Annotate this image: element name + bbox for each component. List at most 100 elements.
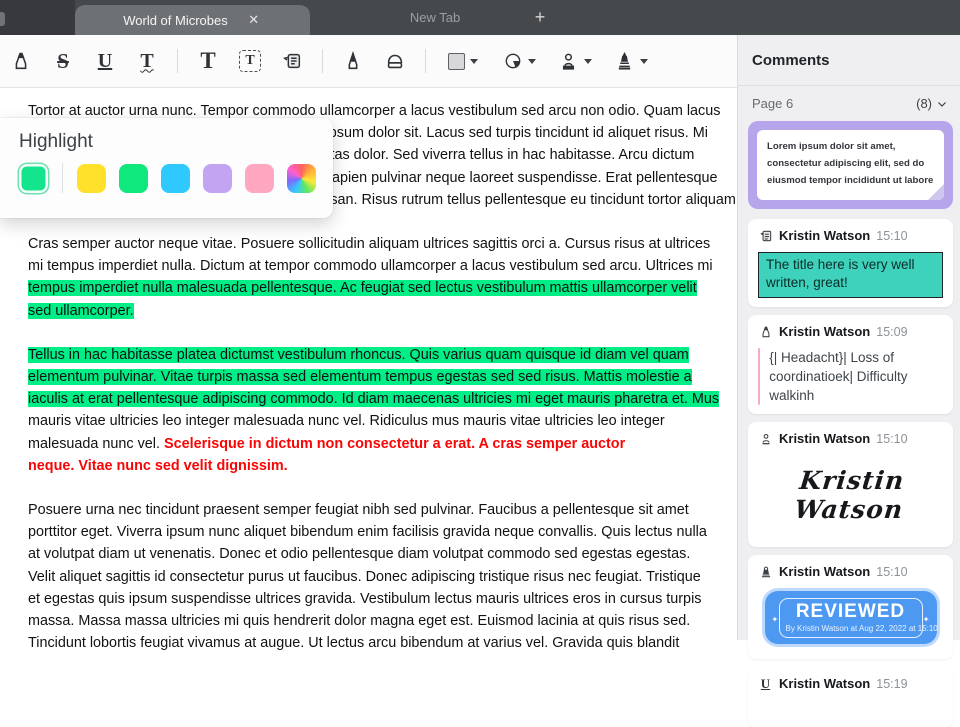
signature-stamp-icon xyxy=(614,51,635,72)
text-tool-icon: T xyxy=(200,48,216,73)
comment-card-underline[interactable]: U Kristin Watson 15:19 xyxy=(748,667,953,727)
color-swatch-yellow[interactable] xyxy=(77,163,106,193)
comment-count: (8) xyxy=(916,96,948,111)
doc-line: porttitor eget. Viverra ipsum nunc aliqu… xyxy=(28,524,707,541)
popup-title: Highlight xyxy=(19,131,93,152)
color-swatch-custom-rainbow[interactable] xyxy=(287,163,316,193)
selected-color-swatch[interactable] xyxy=(19,163,48,193)
strikethrough-tool-button[interactable]: S xyxy=(43,43,83,79)
stamp-star-icon: ✦ xyxy=(922,615,930,625)
color-swatch-green[interactable] xyxy=(119,163,148,193)
comment-time: 15:19 xyxy=(876,676,908,691)
stamp-person-icon xyxy=(558,51,579,72)
highlight-color-bar xyxy=(758,348,761,405)
shape-tool-button[interactable] xyxy=(436,43,490,79)
pen-icon xyxy=(342,50,364,72)
comment-card-note[interactable]: Kristin Watson 15:10 The title here is v… xyxy=(748,219,953,307)
tab-close-icon[interactable]: ✕ xyxy=(246,12,262,28)
highlighter-icon xyxy=(758,324,773,339)
highlighter-tool-button[interactable] xyxy=(1,43,41,79)
doc-line: mi tempus imperdiet nulla. Dictum at tem… xyxy=(28,258,713,275)
note-comment-icon xyxy=(281,50,303,72)
comment-time: 15:10 xyxy=(876,228,908,243)
stamp-title: REVIEWED xyxy=(795,601,906,622)
comment-time: 15:10 xyxy=(876,564,908,579)
dropdown-caret-icon xyxy=(640,58,648,64)
comments-panel-title: Comments xyxy=(752,52,830,69)
tab-new-tab-label: New Tab xyxy=(409,10,461,25)
strikethrough-icon: S xyxy=(57,48,69,73)
color-swatch-purple[interactable] xyxy=(203,163,232,193)
highlight-color-popup: Highlight xyxy=(0,118,333,218)
comment-author: Kristin Watson xyxy=(779,324,871,339)
doc-line: Velit aliquet sagittis id consectetur pu… xyxy=(28,568,701,585)
browser-tab-bar: World of Microbes ✕ New Tab + xyxy=(0,0,960,35)
underline-icon: U xyxy=(760,675,771,691)
stamp-star-icon: ✦ xyxy=(771,615,779,625)
note-annotation-preview: The title here is very well written, gre… xyxy=(758,252,943,298)
stamp-tool-button[interactable] xyxy=(548,43,602,79)
stamp-icon xyxy=(758,564,773,579)
squiggly-underline-icon: T xyxy=(140,49,154,72)
circle-shape-icon xyxy=(503,51,523,71)
fill-shape-tool-button[interactable] xyxy=(492,43,546,79)
tab-new-tab[interactable]: New Tab xyxy=(330,0,540,35)
doc-line: mauris vitae ultricies leo integer males… xyxy=(28,413,665,430)
tab-title: World of Microbes xyxy=(123,12,228,28)
dropdown-caret-icon xyxy=(584,58,592,64)
comment-author: Kristin Watson xyxy=(779,431,871,446)
chevron-down-icon[interactable] xyxy=(936,98,948,110)
doc-line: massa. Massa massa ultricies mi quis hen… xyxy=(28,613,691,630)
doc-line-red: neque. Vitae nunc sed velit dignissim. xyxy=(28,457,288,474)
squiggly-underline-tool-button[interactable]: T xyxy=(127,43,167,79)
tab-world-of-microbes[interactable]: World of Microbes ✕ xyxy=(75,5,310,35)
comment-author: Kristin Watson xyxy=(779,564,871,579)
highlighter-icon xyxy=(10,50,32,72)
toolbar-separator xyxy=(425,49,426,73)
page-group-header[interactable]: Page 6 (8) xyxy=(738,86,960,119)
signature-stamp-tool-button[interactable] xyxy=(604,43,658,79)
comment-card-highlight[interactable]: Kristin Watson 15:09 {| Headacht}| Loss … xyxy=(748,315,953,414)
sticky-note-text: Lorem ipsum dolor sit amet, consectetur … xyxy=(767,141,934,186)
new-tab-plus-icon[interactable]: + xyxy=(527,6,553,30)
stamp-subtitle: By Kristin Watson at Aug 22, 2022 at 15:… xyxy=(785,624,938,633)
text-tool-button[interactable]: T xyxy=(188,43,228,79)
pen-tool-button[interactable] xyxy=(333,43,373,79)
doc-line-highlighted: iaculis at erat pellentesque adipiscing … xyxy=(28,391,720,408)
doc-line: Cras semper auctor neque vitae. Posuere … xyxy=(28,236,711,253)
doc-line: at volutpat diam ut venenatis. Donec et … xyxy=(28,546,691,563)
eraser-tool-button[interactable] xyxy=(375,43,415,79)
eraser-icon xyxy=(384,50,406,72)
comment-author: Kristin Watson xyxy=(779,228,871,243)
folded-corner xyxy=(928,184,944,200)
toolbar-separator xyxy=(322,49,323,73)
text-box-tool-button[interactable]: T xyxy=(230,43,270,79)
reviewed-stamp: ✦ ✦ REVIEWED By Kristin Watson at Aug 22… xyxy=(764,591,938,644)
person-icon xyxy=(758,431,773,446)
text-box-icon: T xyxy=(239,50,261,72)
doc-line: et egestas quis ipsum suspendisse ultric… xyxy=(28,590,702,607)
doc-line: Posuere urna nec tincidunt praesent semp… xyxy=(28,502,689,519)
signature-preview: Kristin Watson xyxy=(793,466,906,524)
underline-icon: U xyxy=(97,49,113,72)
underline-tool-button[interactable]: U xyxy=(85,43,125,79)
comments-panel: Comments Page 6 (8) Lorem ipsum dolor si… xyxy=(737,35,960,727)
comment-sticky-note[interactable]: Lorem ipsum dolor sit amet, consectetur … xyxy=(748,121,953,209)
tab-bar-left-region xyxy=(0,0,75,35)
color-swatch-cyan[interactable] xyxy=(161,163,190,193)
page-label: Page 6 xyxy=(752,96,794,111)
doc-line: Tincidunt lobortis feugiat vivamus at au… xyxy=(28,635,680,652)
note-comment-tool-button[interactable] xyxy=(272,43,312,79)
dropdown-caret-icon xyxy=(527,58,536,64)
doc-line-highlighted: elementum pulvinar. Vitae turpis massa s… xyxy=(28,369,692,386)
doc-line-mixed: malesuada nunc vel. Scelerisque in dictu… xyxy=(28,435,626,452)
color-swatch-pink[interactable] xyxy=(245,163,274,193)
rectangle-shape-icon xyxy=(448,52,465,70)
comment-card-signature[interactable]: Kristin Watson 15:10 Kristin Watson xyxy=(748,422,953,547)
doc-line-highlighted: Tellus in hac habitasse platea dictumst … xyxy=(28,346,689,363)
doc-line-highlighted: sed ullamcorper. xyxy=(28,302,134,319)
swatch-divider xyxy=(62,163,63,193)
annotation-toolbar: S U T T T xyxy=(0,35,737,88)
comment-time: 15:09 xyxy=(876,324,908,339)
comment-card-stamp[interactable]: Kristin Watson 15:10 ✦ ✦ REVIEWED By Kri… xyxy=(748,555,953,659)
